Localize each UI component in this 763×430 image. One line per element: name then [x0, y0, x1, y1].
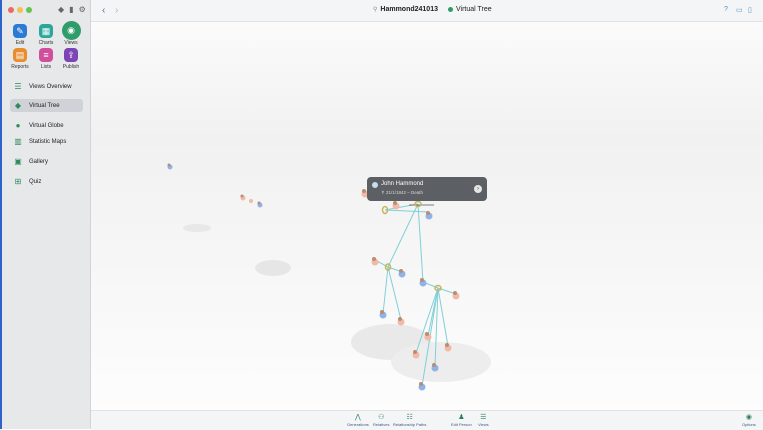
views-button[interactable]: ☰ Views: [478, 413, 489, 427]
generations-icon: ⋀: [355, 414, 361, 421]
bottom-toolbar: ⋀ Generations ⚇ Relatives ☷ Relationship…: [91, 410, 763, 430]
sidebar-item-virtual-tree[interactable]: ◆ Virtual Tree: [10, 99, 83, 112]
relatives-button[interactable]: ⚇ Relatives: [373, 413, 389, 427]
sidebar-item-views-overview[interactable]: ☰ Views Overview: [10, 80, 83, 93]
sidebar-item-virtual-globe[interactable]: ● Virtual Globe: [10, 119, 83, 132]
toolbar-lists[interactable]: ≡ Lists: [33, 48, 59, 70]
sidebar-toggle-icon[interactable]: ▯: [748, 6, 752, 14]
person-figure[interactable]: [167, 163, 173, 170]
sidebar-item-label: Statistic Maps: [29, 138, 67, 145]
toolbar-views[interactable]: ◉ Views: [58, 21, 84, 46]
bottom-label: Generations: [347, 422, 369, 427]
settings-icon[interactable]: ⚙: [79, 5, 91, 14]
person-figure[interactable]: [452, 291, 460, 300]
window-title: ⚲ Hammond241013 Virtual Tree: [373, 6, 492, 13]
person-figure[interactable]: [418, 382, 426, 391]
options-icon: ◉: [745, 414, 752, 421]
person-figure[interactable]: [379, 310, 387, 319]
sidebar-item-label: Quiz: [29, 178, 42, 185]
person-popup[interactable]: John Hammond ✝ 21/1/1842 – Death ›: [367, 177, 487, 201]
toolbar-reports[interactable]: ▤ Reports: [7, 48, 33, 70]
person-figure[interactable]: [392, 201, 400, 210]
toolbar-publish[interactable]: ⇪ Publish: [58, 48, 84, 70]
window-icon[interactable]: ▭: [736, 6, 743, 14]
sidebar-item-label: Virtual Globe: [29, 122, 64, 129]
toolbar-label: Views: [64, 40, 78, 46]
bottom-label: Views: [478, 422, 489, 427]
sidebar-item-gallery[interactable]: ▣ Gallery: [10, 155, 83, 168]
paths-icon: ☷: [406, 414, 413, 421]
options-button[interactable]: ◉ Options: [742, 413, 756, 427]
toolbar-edit[interactable]: ✎ Edit: [7, 24, 33, 46]
toolbar-charts[interactable]: ▦ Charts: [33, 24, 59, 46]
relatives-icon: ⚇: [378, 414, 385, 421]
tree-svg[interactable]: [91, 22, 763, 410]
chevron-right-icon[interactable]: ›: [474, 185, 482, 193]
bookmark-icon[interactable]: ▮: [69, 5, 78, 14]
person-figure[interactable]: [425, 211, 433, 220]
map-icon: ▥: [14, 137, 22, 146]
reports-icon: ▤: [13, 48, 27, 62]
toolbar-label: Charts: [38, 40, 54, 46]
view-name: Virtual Tree: [456, 6, 492, 13]
person-dates: ✝ 21/1/1842 – Death: [381, 190, 424, 195]
toolbar-label: Publish: [62, 64, 80, 70]
toolbar-label: Edit: [15, 40, 25, 46]
shadow: [391, 342, 491, 382]
help-icon[interactable]: ?: [724, 6, 728, 13]
title-bar: ‹ › ⚲ Hammond241013 Virtual Tree ? ▭ ▯: [91, 0, 763, 22]
quiz-icon: ⊞: [14, 177, 22, 186]
person-icon: ⚲: [373, 7, 378, 13]
close-window-button[interactable]: [8, 7, 14, 13]
relationship-paths-button[interactable]: ☷ Relationship Paths: [393, 413, 426, 427]
eye-icon: ◉: [61, 21, 81, 40]
person-avatar-icon: [372, 182, 378, 188]
sidebar-item-label: Gallery: [29, 158, 49, 165]
document-name: Hammond241013: [380, 6, 438, 13]
person-name: John Hammond: [381, 181, 424, 187]
toolbar-label: Reports: [11, 64, 29, 70]
bottom-label: Relatives: [373, 422, 390, 427]
publish-icon: ⇪: [64, 48, 78, 62]
forward-arrow-icon[interactable]: ›: [115, 5, 118, 16]
bottom-label: Options: [742, 422, 756, 427]
charts-icon: ▦: [39, 24, 53, 38]
pencil-icon: ✎: [13, 24, 27, 38]
sidebar-item-quiz[interactable]: ⊞ Quiz: [10, 175, 83, 188]
views-icon: ☰: [480, 414, 487, 421]
bottom-label: Edit Person: [451, 422, 472, 427]
back-arrow-icon[interactable]: ‹: [102, 5, 105, 16]
edit-person-button[interactable]: ♟ Edit Person: [451, 413, 472, 427]
minimize-window-button[interactable]: [17, 7, 23, 13]
generations-button[interactable]: ⋀ Generations: [347, 413, 369, 427]
shadow: [183, 224, 211, 232]
shadow: [255, 260, 291, 276]
main-area: ‹ › ⚲ Hammond241013 Virtual Tree ? ▭ ▯ J…: [91, 0, 763, 430]
sidebar-top-icons: ◆▮⚙: [58, 5, 91, 14]
sidebar-item-label: Views Overview: [29, 83, 72, 90]
sidebar: ◆▮⚙ ✎ Edit ▦ Charts ◉ Views ▤ Reports ≡ …: [2, 0, 91, 429]
person-figure[interactable]: [257, 201, 263, 208]
tag-icon[interactable]: ◆: [58, 5, 69, 14]
person-figure[interactable]: [419, 278, 427, 287]
zoom-window-button[interactable]: [26, 7, 32, 13]
person-figure[interactable]: [249, 199, 253, 203]
toolbar-label: Lists: [40, 64, 52, 70]
gallery-icon: ▣: [14, 157, 22, 166]
person-figure[interactable]: [397, 317, 405, 326]
view-indicator-icon: [448, 7, 453, 12]
virtual-tree-canvas[interactable]: John Hammond ✝ 21/1/1842 – Death ›: [91, 22, 763, 410]
sidebar-item-label: Virtual Tree: [29, 102, 60, 109]
person-icon: ♟: [458, 414, 465, 421]
person-figure[interactable]: [371, 257, 379, 266]
person-figure[interactable]: [398, 269, 406, 278]
list-lines-icon: ☰: [14, 82, 22, 91]
person-figure[interactable]: [240, 194, 246, 201]
bottom-label: Relationship Paths: [393, 422, 427, 427]
list-icon: ≡: [39, 48, 53, 62]
sidebar-item-statistic-maps[interactable]: ▥ Statistic Maps: [10, 135, 83, 148]
tree-cube-icon: ◆: [14, 101, 22, 110]
globe-icon: ●: [15, 121, 21, 130]
